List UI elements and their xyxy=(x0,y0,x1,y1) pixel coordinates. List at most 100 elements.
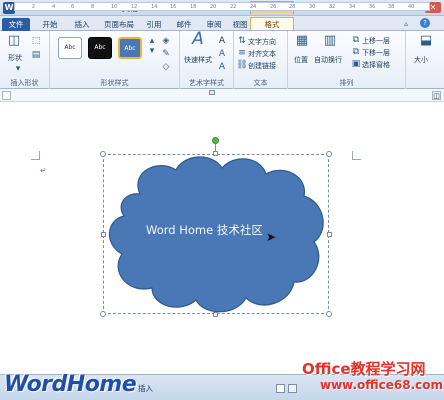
position-icon[interactable]: ▦ xyxy=(294,34,310,51)
ruler-tick-label: 4 xyxy=(52,4,56,10)
ribbon-minimize-icon[interactable]: ▵ xyxy=(404,19,408,28)
create-link-label[interactable]: 创建链接 xyxy=(248,61,276,71)
ruler-tick-label: 18 xyxy=(190,4,197,10)
edit-shape-icon[interactable]: ⬚ xyxy=(30,35,42,47)
send-backward-label[interactable]: 下移一层 xyxy=(362,48,390,58)
tab-format[interactable]: 格式 xyxy=(250,17,294,30)
resize-handle-right[interactable] xyxy=(327,232,332,237)
align-text-icon[interactable]: ≡ xyxy=(236,47,248,59)
shapes-icon[interactable]: ◫ xyxy=(6,34,22,51)
ruler-tick-label: 34 xyxy=(349,4,356,10)
ruler-tick-label: 10 xyxy=(111,4,118,10)
resize-handle-bottom-left[interactable] xyxy=(100,311,106,317)
ruler-tick-label: 32 xyxy=(329,4,336,10)
ruler-tick-label: 2 xyxy=(32,4,36,10)
group-wordart-styles: A 快速样式 A A A 艺术字样式 xyxy=(180,31,234,89)
mouse-cursor-icon: ➤ xyxy=(266,230,277,244)
text-direction-icon[interactable]: ⇅ xyxy=(236,35,248,47)
group-insert-shapes: ◫ 形状 ⬚ ▤ ▾ 插入形状 xyxy=(0,31,50,89)
ruler-tick-label: 8 xyxy=(91,4,95,10)
group-size: ⬓ 大小 xyxy=(406,31,444,89)
ruler-tick-label: 24 xyxy=(250,4,257,10)
styles-scroll-down-icon[interactable]: ▾ xyxy=(146,45,158,57)
text-effects-icon[interactable]: A xyxy=(216,61,228,73)
tab-references[interactable]: 引用 xyxy=(140,18,168,31)
group-label-arrange: 排列 xyxy=(339,79,354,87)
draw-textbox-icon[interactable]: ▤ xyxy=(30,49,42,61)
shape-effects-icon[interactable]: ◇ xyxy=(160,61,172,73)
office68-logo-title: Office教程学习网 xyxy=(302,360,426,378)
send-backward-icon[interactable]: ⧉ xyxy=(350,46,362,58)
ribbon: ◫ 形状 ⬚ ▤ ▾ 插入形状 Abc Abc Abc ▴ ▾ ◈ ✎ ◇ 形状… xyxy=(0,31,444,89)
align-text-label[interactable]: 对齐文本 xyxy=(248,49,276,59)
view-ruler-icon[interactable]: ◫ xyxy=(432,91,441,100)
shape-style-black[interactable]: Abc xyxy=(88,37,112,59)
ruler-tick-label: 40 xyxy=(408,4,415,10)
selection-pane-icon[interactable]: ▣ xyxy=(350,58,362,70)
tab-insert[interactable]: 插入 xyxy=(68,18,96,31)
ruler-tick-label: 14 xyxy=(151,4,158,10)
selection-pane-label[interactable]: 选择窗格 xyxy=(362,60,390,70)
ruler-tick-label: 30 xyxy=(309,4,316,10)
wrap-text-label[interactable]: 自动换行 xyxy=(314,55,342,65)
ruler-tick-label: 28 xyxy=(289,4,296,10)
status-insert-mode[interactable]: 插入 xyxy=(138,383,153,394)
indent-marker[interactable] xyxy=(209,90,215,95)
wrap-text-icon[interactable]: ▥ xyxy=(322,34,338,51)
text-fill-icon[interactable]: A xyxy=(216,35,228,47)
group-shape-styles: Abc Abc Abc ▴ ▾ ◈ ✎ ◇ 形状样式 xyxy=(50,31,180,89)
bring-forward-label[interactable]: 上移一层 xyxy=(362,36,390,46)
ruler-tick-label: 12 xyxy=(131,4,138,10)
size-icon[interactable]: ⬓ xyxy=(418,34,434,51)
shapes-label[interactable]: 形状 xyxy=(8,53,22,63)
resize-handle-bottom[interactable] xyxy=(213,312,218,317)
ruler-tick-label: 26 xyxy=(270,4,277,10)
margin-corner-top-right xyxy=(352,151,361,160)
position-label[interactable]: 位置 xyxy=(294,55,308,65)
tab-selector-icon[interactable] xyxy=(2,91,11,100)
group-label-insert-shapes: 插入形状 xyxy=(10,79,39,87)
shape-outline-icon[interactable]: ✎ xyxy=(160,48,172,60)
ruler-tick-label: 36 xyxy=(369,4,376,10)
tab-home[interactable]: 开始 xyxy=(36,18,64,31)
ruler-bar xyxy=(0,89,444,102)
tab-review[interactable]: 审阅 xyxy=(200,18,228,31)
tab-page-layout[interactable]: 页面布局 xyxy=(100,18,138,31)
ruler-tick-label: 16 xyxy=(170,4,177,10)
shape-style-blue[interactable]: Abc xyxy=(118,37,142,59)
resize-handle-left[interactable] xyxy=(101,232,106,237)
wordhome-logo: WordHome xyxy=(4,372,137,397)
wordart-a-icon[interactable]: A xyxy=(188,31,208,53)
create-link-icon[interactable]: ⛓ xyxy=(236,59,248,71)
text-direction-label[interactable]: 文字方向 xyxy=(248,37,276,47)
ruler-tick-label: 22 xyxy=(230,4,237,10)
bring-forward-icon[interactable]: ⧉ xyxy=(350,34,362,46)
view-print-layout-icon[interactable] xyxy=(276,384,285,393)
cloud-text[interactable]: Word Home 技术社区 xyxy=(146,222,263,238)
margin-corner-top-left xyxy=(31,151,40,160)
group-label-wordart: 艺术字样式 xyxy=(189,79,224,87)
shape-fill-icon[interactable]: ◈ xyxy=(160,35,172,47)
help-icon[interactable]: ? xyxy=(420,18,430,28)
quick-styles-label[interactable]: 快速样式 xyxy=(184,55,212,65)
group-arrange: ▦ 位置 ▥ 自动换行 ⧉ 上移一层 ⧉ 下移一层 ▣ 选择窗格 排列 xyxy=(288,31,406,89)
ruler-tick-label: 6 xyxy=(71,4,75,10)
resize-handle-top-right[interactable] xyxy=(326,151,332,157)
ruler-tick-label: 38 xyxy=(388,4,395,10)
tab-file[interactable]: 文件 xyxy=(2,18,30,31)
paragraph-mark: ↵ xyxy=(40,166,47,175)
office68-logo-url: www.office68.com xyxy=(320,378,444,392)
resize-handle-bottom-right[interactable] xyxy=(326,311,332,317)
size-label[interactable]: 大小 xyxy=(414,55,428,65)
group-text: ⇅ 文字方向 ≡ 对齐文本 ⛓ 创建链接 文本 xyxy=(234,31,288,89)
text-outline-icon[interactable]: A xyxy=(216,48,228,60)
group-label-shape-styles: 形状样式 xyxy=(100,79,129,87)
view-full-screen-icon[interactable] xyxy=(288,384,297,393)
shapes-dropdown-icon[interactable]: ▾ xyxy=(12,63,24,75)
resize-handle-top[interactable] xyxy=(213,151,218,156)
resize-handle-top-left[interactable] xyxy=(100,151,106,157)
shape-style-white[interactable]: Abc xyxy=(58,37,82,59)
rotate-handle[interactable] xyxy=(212,137,219,144)
horizontal-ruler[interactable]: 2 4 6 8 10 12 14 16 18 20 22 24 26 28 30 32 34 36 38 40 xyxy=(14,2,430,11)
ruler-tick-label: 20 xyxy=(210,4,217,10)
